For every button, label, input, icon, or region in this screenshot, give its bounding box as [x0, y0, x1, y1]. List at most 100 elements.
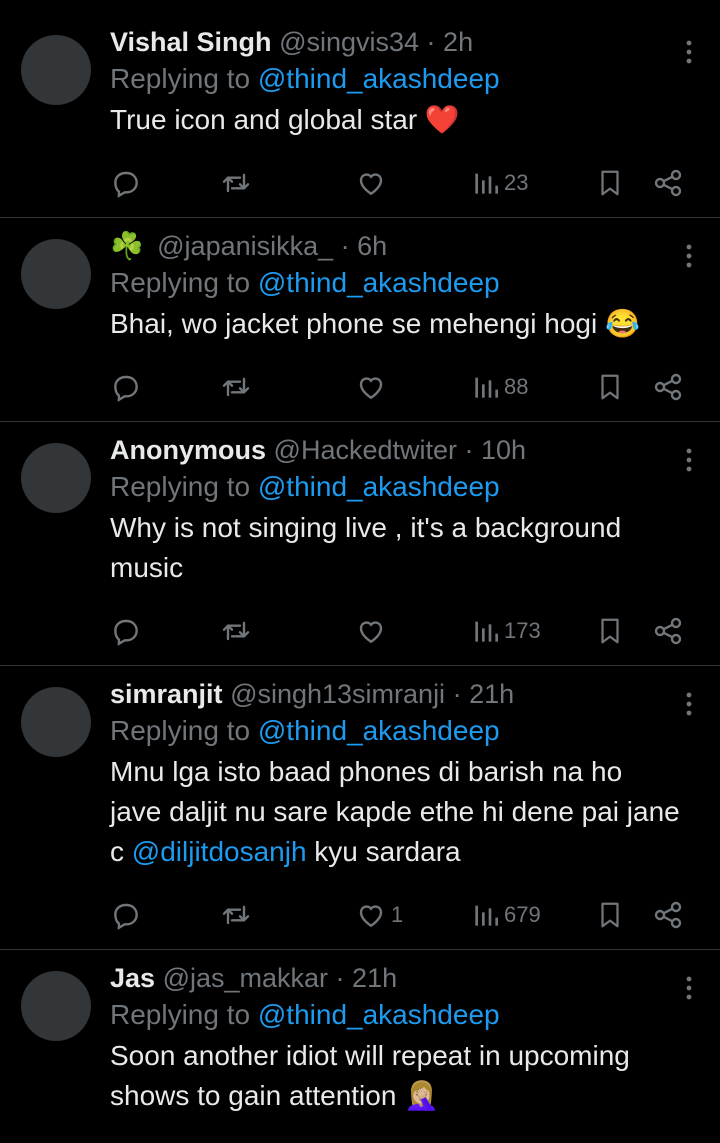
replying-to-link[interactable]: @thind_akashdeep [258, 471, 500, 502]
reply-text-tail: kyu sardara [306, 836, 461, 867]
laughing-emoji: 😂 [605, 308, 640, 339]
bookmark-icon [595, 167, 625, 199]
replying-to: Replying to @thind_akashdeep [110, 60, 680, 98]
reply-item[interactable]: Vishal Singh @singvis34 · 2h Replying to… [0, 14, 720, 218]
separator-dot: · [445, 679, 470, 709]
user-name[interactable]: ☘️ [110, 231, 144, 261]
timestamp[interactable]: 21h [469, 679, 514, 709]
share-button[interactable] [652, 613, 684, 649]
more-icon[interactable] [686, 244, 692, 273]
share-button[interactable] [652, 897, 684, 933]
replying-prefix: Replying to [110, 63, 258, 94]
timestamp[interactable]: 6h [357, 231, 387, 261]
bookmark-button[interactable] [595, 165, 625, 201]
views-button[interactable]: 23 [472, 165, 528, 201]
reply-icon [110, 167, 142, 199]
replying-to: Replying to @thind_akashdeep [110, 996, 680, 1034]
reply-item[interactable]: Anonymous @Hackedtwiter · 10h Replying t… [0, 422, 720, 666]
views-button[interactable]: 88 [472, 369, 528, 405]
user-name[interactable]: Vishal Singh [110, 27, 272, 57]
reply-button[interactable] [110, 165, 142, 201]
facepalm-emoji: 🤦🏼‍♀️ [404, 1080, 440, 1111]
reply-text-body: Soon another idiot will repeat in upcomi… [110, 1040, 630, 1111]
views-count: 88 [504, 374, 529, 399]
retweet-icon [220, 167, 252, 199]
share-button[interactable] [652, 165, 684, 201]
like-icon [355, 899, 387, 931]
share-button[interactable] [652, 369, 684, 405]
like-button[interactable]: 1 [355, 897, 403, 933]
replying-to: Replying to @thind_akashdeep [110, 264, 680, 302]
bookmark-button[interactable] [595, 369, 625, 405]
reply-text: True icon and global star ❤️ [110, 100, 680, 140]
timestamp[interactable]: 21h [352, 963, 397, 993]
user-name[interactable]: Jas [110, 963, 155, 993]
share-icon [652, 371, 684, 403]
user-handle[interactable]: @japanisikka_ [157, 231, 333, 261]
replying-prefix: Replying to [110, 715, 258, 746]
reply-item[interactable]: ☘️ @japanisikka_ · 6h Replying to @thind… [0, 218, 720, 422]
retweet-icon [220, 371, 252, 403]
like-button[interactable] [355, 165, 391, 201]
replying-prefix: Replying to [110, 471, 258, 502]
like-button[interactable] [355, 369, 391, 405]
avatar[interactable] [21, 443, 91, 513]
more-icon[interactable] [686, 692, 692, 721]
reply-button[interactable] [110, 897, 142, 933]
views-button[interactable]: 679 [472, 897, 541, 933]
replying-to: Replying to @thind_akashdeep [110, 468, 680, 506]
separator-dot: · [419, 27, 444, 57]
retweet-button[interactable] [220, 165, 252, 201]
bookmark-button[interactable] [595, 897, 625, 933]
action-bar: 1 679 [110, 897, 690, 933]
replying-to-link[interactable]: @thind_akashdeep [258, 999, 500, 1030]
bookmark-button[interactable] [595, 613, 625, 649]
avatar[interactable] [21, 687, 91, 757]
views-icon [472, 371, 500, 403]
reply-text: Bhai, wo jacket phone se mehengi hogi 😂 [110, 304, 680, 344]
replying-prefix: Replying to [110, 999, 258, 1030]
reply-text: Mnu lga isto baad phones di barish na ho… [110, 752, 680, 872]
replying-to-link[interactable]: @thind_akashdeep [258, 63, 500, 94]
reply-item[interactable]: simranjit @singh13simranji · 21h Replyin… [0, 666, 720, 950]
retweet-button[interactable] [220, 897, 252, 933]
share-icon [652, 167, 684, 199]
replying-to-link[interactable]: @thind_akashdeep [258, 267, 500, 298]
user-handle[interactable]: @jas_makkar [163, 963, 328, 993]
more-icon[interactable] [686, 448, 692, 477]
user-name[interactable]: simranjit [110, 679, 223, 709]
views-button[interactable]: 173 [472, 613, 541, 649]
timestamp[interactable]: 10h [481, 435, 526, 465]
views-count: 173 [504, 618, 541, 643]
like-button[interactable] [355, 613, 391, 649]
avatar[interactable] [21, 239, 91, 309]
user-name[interactable]: Anonymous [110, 435, 266, 465]
user-handle[interactable]: @singh13simranji [230, 679, 445, 709]
reply-item[interactable]: Jas @jas_makkar · 21h Replying to @thind… [0, 950, 720, 1143]
more-icon[interactable] [686, 976, 692, 1005]
user-handle[interactable]: @Hackedtwiter [274, 435, 457, 465]
replying-prefix: Replying to [110, 267, 258, 298]
views-count: 23 [504, 170, 529, 195]
like-count: 1 [391, 902, 404, 927]
avatar[interactable] [21, 971, 91, 1041]
views-icon [472, 899, 500, 931]
more-icon[interactable] [686, 40, 692, 69]
mention-link[interactable]: @diljitdosanjh [132, 836, 307, 867]
share-icon [652, 899, 684, 931]
reply-icon [110, 615, 142, 647]
bookmark-icon [595, 899, 625, 931]
timestamp[interactable]: 2h [443, 27, 473, 57]
heart-emoji: ❤️ [424, 104, 460, 135]
like-icon [355, 167, 387, 199]
reply-button[interactable] [110, 613, 142, 649]
separator-dot: · [457, 435, 481, 465]
retweet-button[interactable] [220, 369, 252, 405]
replying-to-link[interactable]: @thind_akashdeep [258, 715, 500, 746]
retweet-button[interactable] [220, 613, 252, 649]
user-handle[interactable]: @singvis34 [279, 27, 419, 57]
views-icon [472, 615, 500, 647]
avatar[interactable] [21, 35, 91, 105]
retweet-icon [220, 899, 252, 931]
reply-button[interactable] [110, 369, 142, 405]
